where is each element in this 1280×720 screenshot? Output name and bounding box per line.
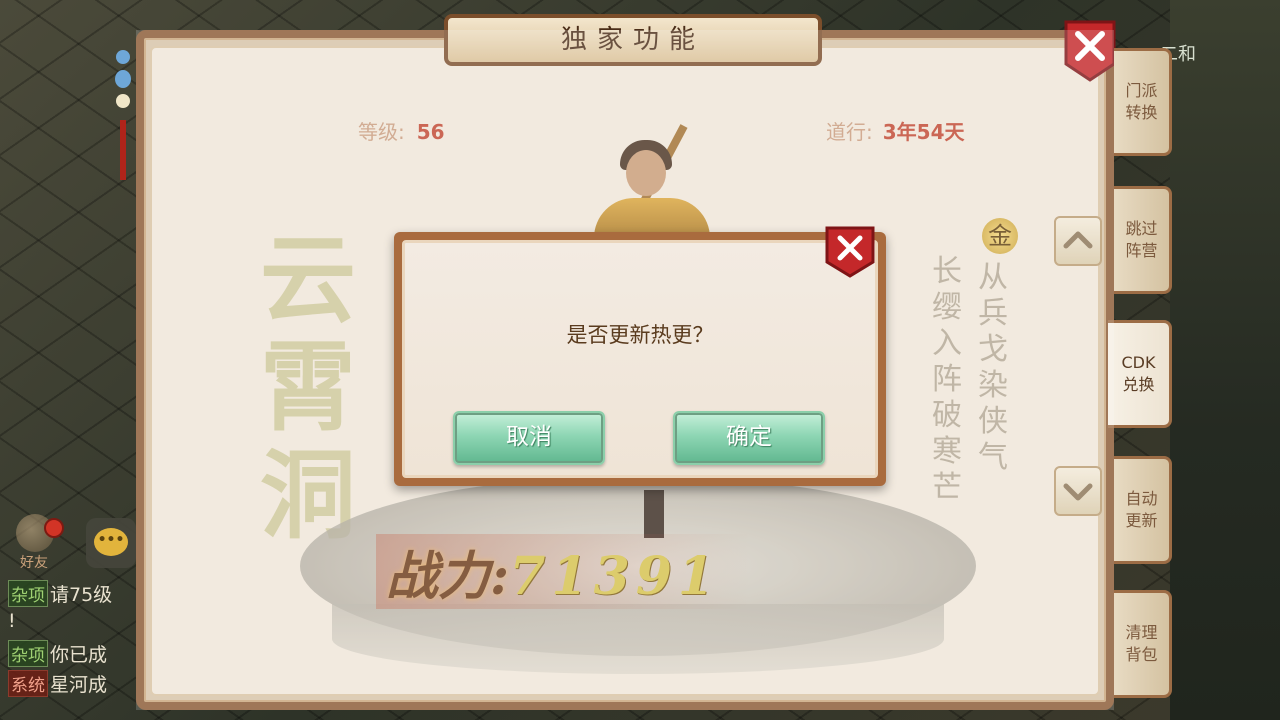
- tab-clean-bag[interactable]: 清理 背包: [1114, 590, 1172, 698]
- tab-label: 自动: [1125, 489, 1158, 508]
- hotfix-update-dialog: 是否更新热更？ 取消 确定: [394, 226, 886, 486]
- chat-line: 杂项 请75级: [8, 580, 138, 610]
- close-icon: [825, 226, 875, 278]
- world-right-edge: [1170, 0, 1280, 720]
- dialog-message: 是否更新热更？: [566, 323, 714, 347]
- chat-tag: 杂项: [8, 580, 48, 607]
- tab-label: 更新: [1125, 511, 1158, 530]
- friend-button[interactable]: 好友: [6, 512, 64, 571]
- tab-skip-camp[interactable]: 跳过 阵营: [1114, 186, 1172, 294]
- tab-label: 转换: [1125, 103, 1158, 122]
- chat-line: !: [8, 610, 138, 640]
- dialog-close-button[interactable]: [824, 226, 876, 278]
- chat-text: 请75级: [50, 584, 113, 606]
- tab-label: 阵营: [1125, 241, 1158, 260]
- dialog-body: 是否更新热更？ 取消 确定: [402, 240, 878, 478]
- tab-label: 门派: [1125, 81, 1158, 100]
- chat-line: 杂项 你已成: [8, 640, 138, 670]
- chat-line: 系统 星河成: [8, 670, 138, 700]
- tab-auto-update[interactable]: 自动 更新: [1114, 456, 1172, 564]
- chat-bubble-icon: •••: [94, 528, 128, 556]
- tab-label: 背包: [1125, 645, 1158, 664]
- cancel-button[interactable]: 取消: [453, 411, 605, 465]
- tab-label: 兑换: [1122, 375, 1155, 394]
- chat-text: 你已成: [50, 644, 108, 666]
- hanging-ornament: [110, 50, 136, 180]
- chat-text: 星河成: [50, 674, 108, 696]
- confirm-button[interactable]: 确定: [673, 411, 825, 465]
- chat-log[interactable]: 杂项 请75级 ! 杂项 你已成 系统 星河成: [8, 580, 138, 700]
- chat-text: !: [8, 610, 16, 632]
- friend-label: 好友: [20, 555, 48, 571]
- chat-button[interactable]: •••: [86, 518, 136, 568]
- tab-label: CDK: [1121, 353, 1156, 372]
- tab-label: 跳过: [1125, 219, 1158, 238]
- tab-label: 清理: [1125, 623, 1158, 642]
- chat-tag: 杂项: [8, 640, 48, 667]
- tab-cdk-redeem[interactable]: CDK 兑换: [1108, 320, 1172, 428]
- chat-tag: 系统: [8, 670, 48, 697]
- tab-sect-switch[interactable]: 门派 转换: [1114, 48, 1172, 156]
- notification-dot: [44, 518, 64, 538]
